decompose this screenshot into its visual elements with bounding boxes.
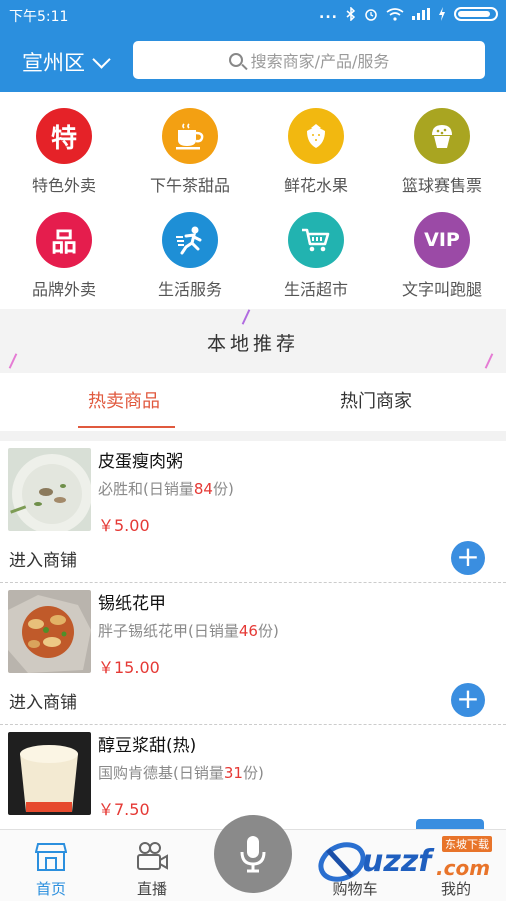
sales-prefix: (日销量 (173, 764, 224, 782)
local-recommend-banner: 本地推荐 (0, 309, 506, 373)
voice-search-button[interactable] (214, 815, 292, 893)
category-life-services[interactable]: 生活服务 (127, 212, 253, 300)
sales-count: 46 (238, 622, 258, 640)
product-name: 皮蛋瘦肉粥 (98, 452, 183, 472)
microphone-icon (240, 836, 266, 873)
nav-live-label: 直播 (136, 880, 167, 898)
add-to-cart-button[interactable] (416, 819, 484, 829)
category-errand-runner[interactable]: VIP 文字叫跑腿 (379, 212, 505, 300)
category-afternoon-tea[interactable]: 下午茶甜品 (127, 108, 253, 196)
top-header: 下午5:11 ... 宣州区 搜索商家/产品/服务 (0, 0, 506, 92)
bluetooth-icon (346, 7, 356, 21)
shop-name: 国购肯德基 (98, 764, 174, 782)
watermark-logo (318, 842, 366, 882)
category-te-se-wai-mai[interactable]: 特 特色外卖 (1, 108, 127, 196)
search-icon (228, 53, 243, 67)
product-image (8, 448, 91, 531)
category-label: 篮球赛售票 (401, 176, 482, 195)
product-name: 锡纸花甲 (98, 594, 166, 614)
recommend-title: 本地推荐 (206, 333, 299, 355)
category-brand-takeout[interactable]: 品 品牌外卖 (1, 212, 127, 300)
watermark-domain: .com (436, 856, 491, 880)
site-watermark: uzzf .com 东坡下载 (318, 834, 504, 896)
sales-count: 31 (223, 764, 243, 782)
shop-name: 胖子锡纸花甲 (98, 622, 189, 640)
product-shop-sales: 必胜和(日销量84份) (98, 478, 234, 499)
section-divider (0, 431, 506, 441)
sales-suffix: 份) (242, 764, 264, 782)
tab-hot-shops[interactable]: 热门商家 (340, 387, 412, 413)
strawberry-icon (288, 108, 344, 164)
nav-home-label: 首页 (35, 880, 66, 898)
city-label: 宣州区 (22, 51, 85, 75)
shop-name: 必胜和 (98, 480, 144, 498)
storefront-icon (35, 843, 67, 871)
cupcake-icon (414, 108, 470, 164)
product-shop-sales: 胖子锡纸花甲(日销量46份) (98, 620, 279, 641)
category-flower-fruit[interactable]: 鲜花水果 (253, 108, 379, 196)
more-dots-icon: ... (319, 6, 338, 22)
coffee-cup-icon (162, 108, 218, 164)
add-to-cart-button[interactable]: + (451, 541, 485, 575)
te-char-icon: 特 (36, 108, 92, 164)
product-price: ￥15.00 (98, 658, 160, 677)
vip-crown-icon: VIP (414, 212, 470, 268)
status-icons: ... (319, 6, 498, 22)
watermark-tagline: 东坡下载 (442, 836, 492, 852)
video-camera-icon (137, 842, 168, 870)
charging-icon (439, 7, 445, 21)
alarm-icon (365, 9, 377, 21)
category-label: 文字叫跑腿 (401, 280, 482, 299)
list-item[interactable]: 醇豆浆甜(热) 国购肯德基(日销量31份) ￥7.50 (0, 725, 506, 829)
sales-suffix: 份) (257, 622, 279, 640)
product-image (8, 732, 91, 815)
city-selector[interactable]: 宣州区 (22, 47, 111, 77)
sales-prefix: (日销量 (188, 622, 239, 640)
category-label: 鲜花水果 (283, 176, 348, 195)
enter-shop-link[interactable]: 进入商铺 (9, 546, 77, 571)
search-placeholder: 搜索商家/产品/服务 (250, 52, 390, 71)
watermark-brand: uzzf (362, 844, 432, 879)
sales-prefix: (日销量 (143, 480, 194, 498)
chevron-down-icon (92, 49, 111, 69)
product-name: 醇豆浆甜(热) (98, 736, 197, 756)
category-label: 特色外卖 (31, 176, 96, 195)
active-tab-indicator (78, 426, 175, 428)
category-supermarket[interactable]: 生活超市 (253, 212, 379, 300)
sales-suffix: 份) (212, 480, 234, 498)
category-grid: 特 特色外卖 下午茶甜品 鲜花水果 篮球赛售票 品 品牌外卖 生活服务 生活超市 (0, 92, 506, 307)
signal-icon (412, 8, 430, 20)
product-image (8, 590, 91, 673)
status-bar: 下午5:11 ... (0, 0, 506, 30)
wifi-icon (386, 7, 404, 21)
category-basketball-tickets[interactable]: 篮球赛售票 (379, 108, 505, 196)
status-time: 下午5:11 (9, 9, 69, 25)
list-tabs: 热卖商品 热门商家 (0, 373, 506, 431)
battery-icon (454, 7, 498, 21)
enter-shop-link[interactable]: 进入商铺 (9, 688, 77, 713)
category-label: 下午茶甜品 (149, 176, 230, 195)
search-input[interactable]: 搜索商家/产品/服务 (133, 41, 485, 79)
add-to-cart-button[interactable]: + (451, 683, 485, 717)
shopping-cart-icon (288, 212, 344, 268)
product-price: ￥5.00 (98, 516, 150, 535)
list-item[interactable]: 锡纸花甲 胖子锡纸花甲(日销量46份) ￥15.00 进入商铺 + (0, 583, 506, 725)
category-label: 生活服务 (157, 280, 222, 299)
sales-count: 84 (193, 480, 213, 498)
category-label: 品牌外卖 (31, 280, 96, 299)
brand-box-icon: 品 (36, 212, 92, 268)
tab-hot-goods[interactable]: 热卖商品 (88, 387, 160, 413)
list-item[interactable]: 皮蛋瘦肉粥 必胜和(日销量84份) ￥5.00 进入商铺 + (0, 441, 506, 583)
product-shop-sales: 国购肯德基(日销量31份) (98, 762, 264, 783)
product-price: ￥7.50 (98, 800, 150, 819)
running-person-icon (162, 212, 218, 268)
banner-decoration (241, 309, 251, 325)
category-label: 生活超市 (283, 280, 348, 299)
